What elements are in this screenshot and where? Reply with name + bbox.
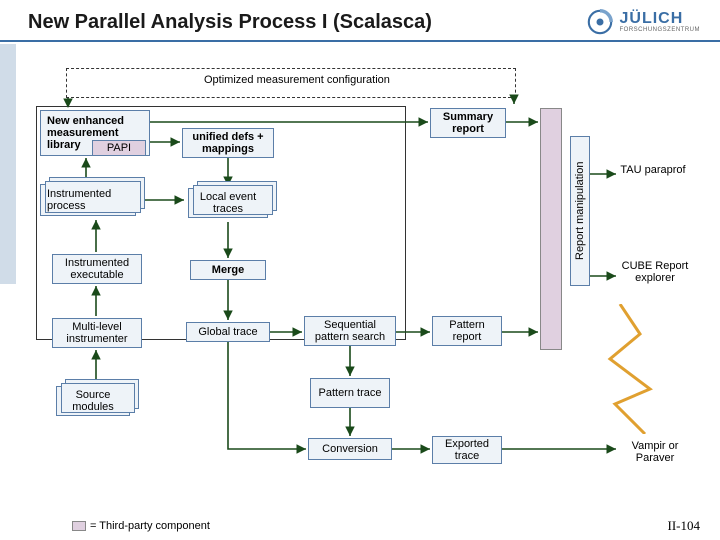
logo-text-main: JÜLICH (620, 11, 701, 27)
diagram-canvas: Optimized measurement configuration New … (0, 44, 720, 540)
cube-label: CUBE Report explorer (620, 260, 690, 284)
page-number: II-104 (668, 518, 701, 534)
pattern-trace-node: Pattern trace (310, 378, 390, 408)
global-trace-node: Global trace (186, 322, 270, 342)
report-tall-box (540, 108, 562, 350)
unified-defs-node: unified defs + mappings (182, 128, 274, 158)
local-traces-node: Local event traces (188, 188, 268, 218)
logo-text-sub: FORSCHUNGSZENTRUM (620, 27, 701, 33)
dashed-label: Optimized measurement configuration (200, 74, 394, 86)
instrumented-exec-node: Instrumented executable (52, 254, 142, 284)
page-title: New Parallel Analysis Process I (Scalasc… (28, 11, 432, 34)
pattern-report-node: Pattern report (432, 316, 502, 346)
seq-search-node: Sequential pattern search (304, 316, 396, 346)
tau-label: TAU paraprof (618, 164, 688, 176)
logo: JÜLICH FORSCHUNGSZENTRUM (586, 8, 701, 36)
report-manipulation-label: Report manipulation (570, 136, 590, 286)
header: New Parallel Analysis Process I (Scalasc… (0, 0, 720, 42)
vampir-label: Vampir or Paraver (618, 440, 692, 464)
merge-node: Merge (190, 260, 266, 280)
zigzag-icon (600, 304, 660, 434)
multi-level-node: Multi-level instrumenter (52, 318, 142, 348)
summary-report-node: Summary report (430, 108, 506, 138)
instrumented-process-node: Instrumented process (40, 184, 136, 216)
legend-text: = Third-party component (72, 520, 210, 532)
source-modules-node: Source modules (56, 386, 130, 416)
papi-node: PAPI (92, 140, 146, 156)
conversion-node: Conversion (308, 438, 392, 460)
exported-trace-node: Exported trace (432, 436, 502, 464)
julich-logo-icon (586, 8, 614, 36)
